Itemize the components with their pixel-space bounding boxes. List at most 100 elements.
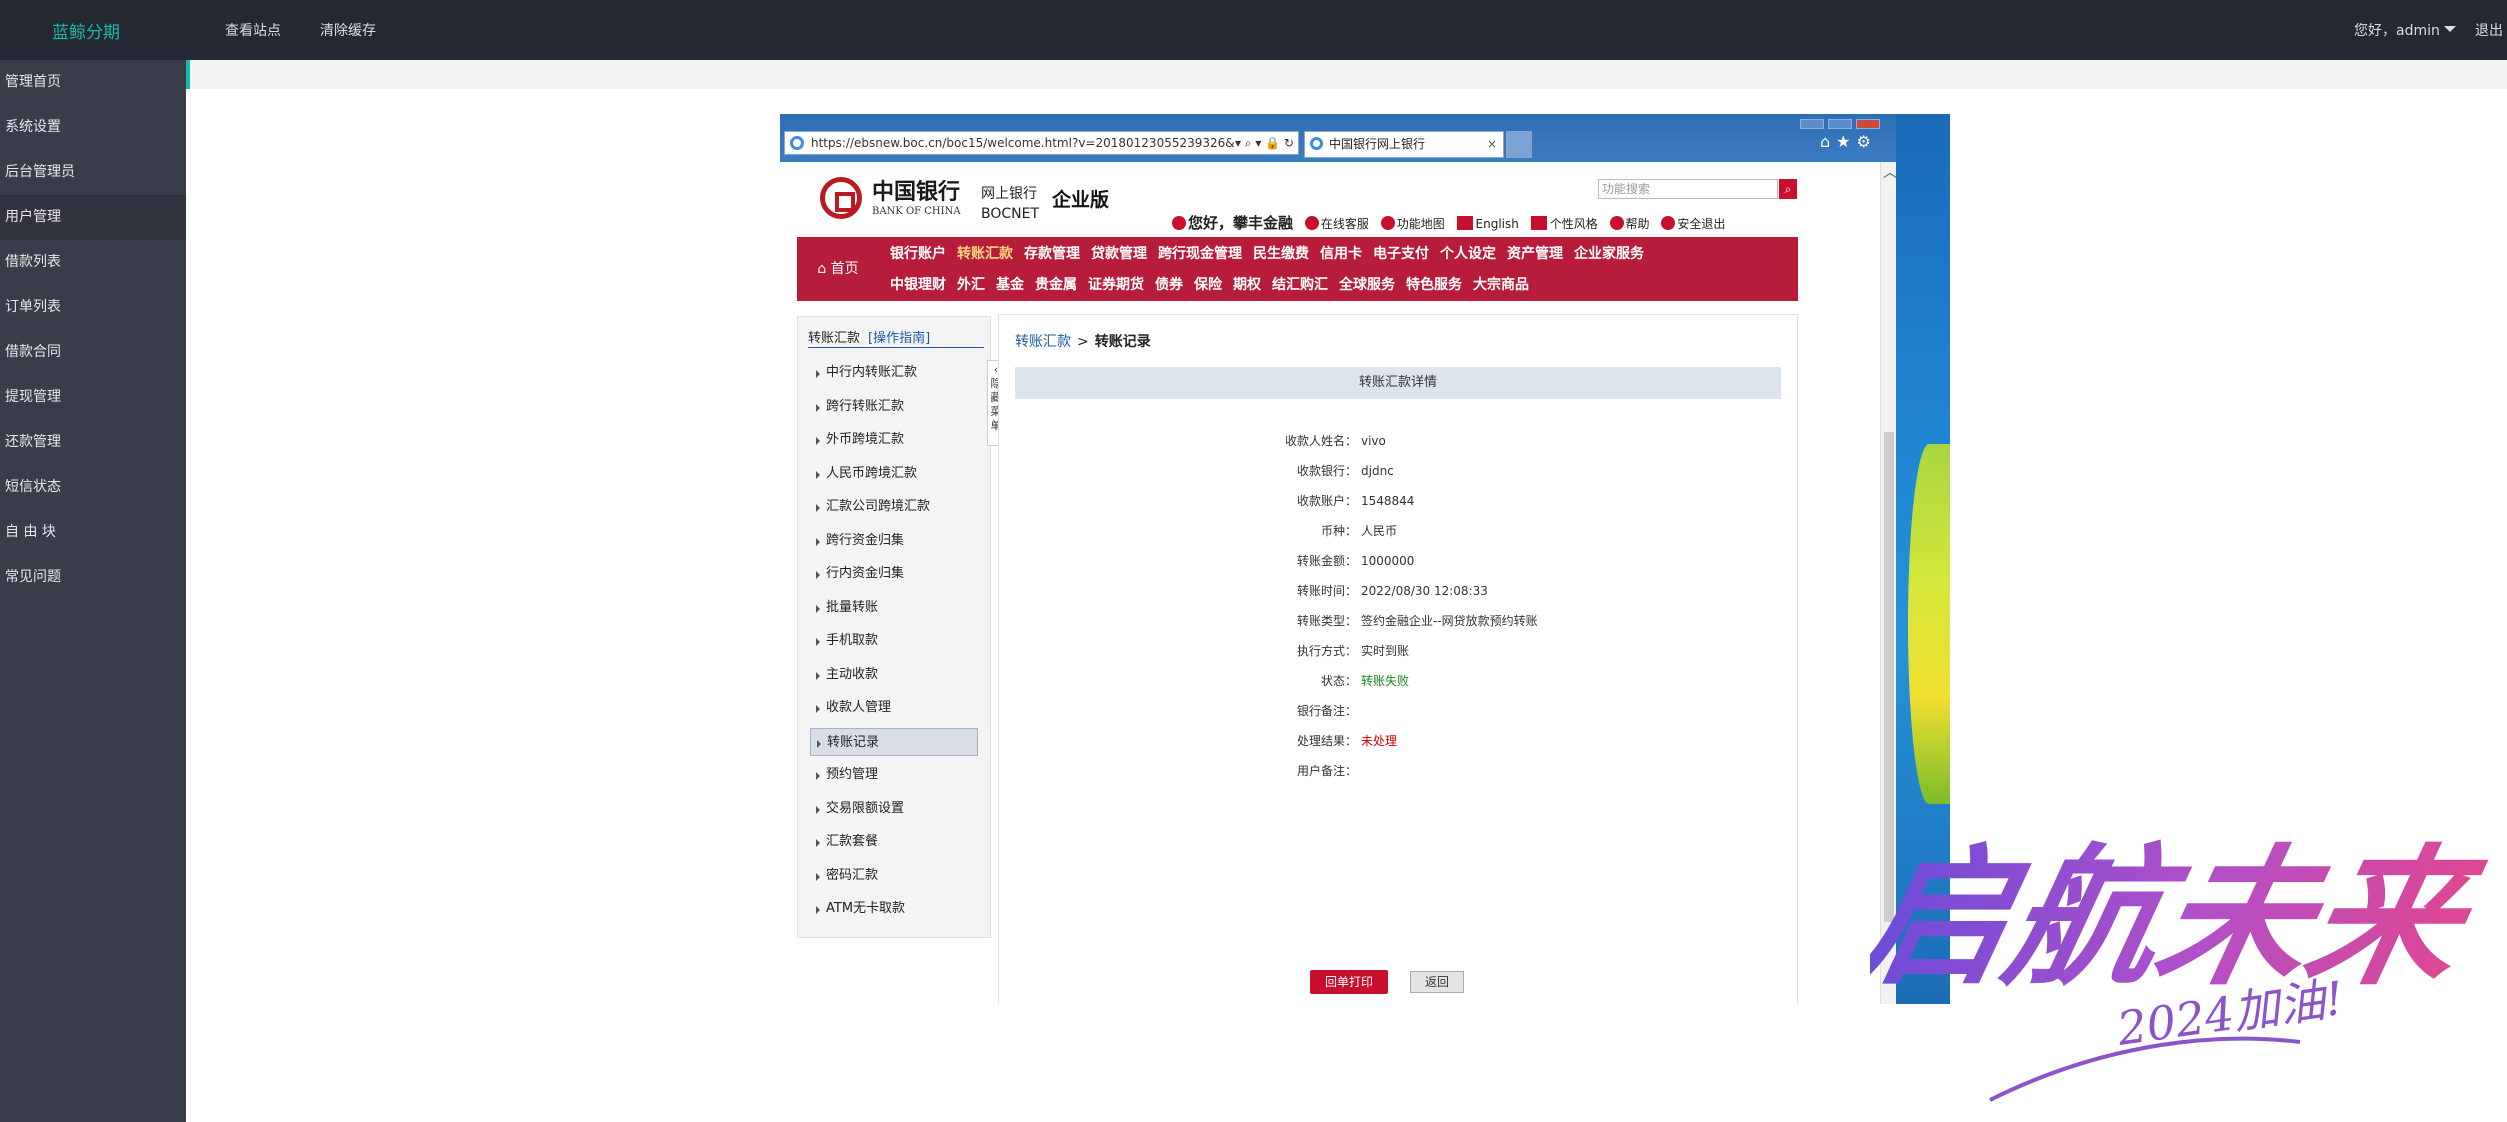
detail-title: 转账汇款详情 (1015, 367, 1781, 399)
nav-item[interactable]: 民生缴费 (1253, 240, 1309, 268)
address-tools[interactable]: ▾ ⌕ ▾ 🔒 ↻ (1235, 132, 1294, 154)
back-button[interactable]: 返回 (1410, 971, 1464, 993)
gear-icon[interactable]: ⚙ (1857, 132, 1877, 151)
help-link[interactable]: 帮助 (1609, 215, 1650, 232)
menu-item[interactable]: 手机取款 (810, 627, 978, 655)
menu-item[interactable]: 交易限额设置 (810, 795, 978, 823)
sidebar-item-admins[interactable]: 后台管理员 (0, 150, 186, 195)
nav-item[interactable]: 电子支付 (1373, 240, 1429, 268)
home-icon[interactable]: ⌂ (1820, 132, 1836, 151)
browser-toolbar-icons: ⌂★⚙ (1820, 132, 1877, 151)
nav-item[interactable]: 债券 (1155, 271, 1183, 299)
nav-row-2: 中银理财 外汇 基金 贵金属 证券期货 债券 保险 期权 结汇购汇 全球服务 特色服务 大宗商品 (890, 271, 1540, 299)
nav-item-transfer[interactable]: 转账汇款 (957, 240, 1013, 268)
nav-item[interactable]: 基金 (996, 271, 1024, 299)
menu-item[interactable]: 跨行转账汇款 (810, 393, 978, 421)
bocnet-cn: 网上银行 (981, 186, 1037, 202)
nav-item[interactable]: 全球服务 (1339, 271, 1395, 299)
english-link[interactable]: English (1456, 216, 1519, 231)
function-search-input[interactable]: 功能搜索 (1598, 179, 1778, 199)
nav-item[interactable]: 存款管理 (1024, 240, 1080, 268)
sidebar-item-contracts[interactable]: 借款合同 (0, 330, 186, 375)
clear-cache-link[interactable]: 清除缓存 (320, 20, 376, 40)
menu-item[interactable]: 密码汇款 (810, 862, 978, 890)
nav-item[interactable]: 信用卡 (1320, 240, 1362, 268)
sidebar-item-system-settings[interactable]: 系统设置 (0, 105, 186, 150)
menu-item[interactable]: 收款人管理 (810, 694, 978, 722)
breadcrumb-current: 转账记录 (1094, 334, 1151, 350)
headset-icon (1304, 216, 1319, 230)
nav-item[interactable]: 中银理财 (890, 271, 946, 299)
nav-item[interactable]: 保险 (1194, 271, 1222, 299)
nav-item[interactable]: 外汇 (957, 271, 985, 299)
address-bar[interactable]: https://ebsnew.boc.cn/boc15/welcome.html… (784, 131, 1299, 155)
sidebar-item-faq[interactable]: 常见问题 (0, 555, 186, 600)
menu-item[interactable]: 跨行资金归集 (810, 527, 978, 555)
menu-item-transfer-records[interactable]: 转账记录 (810, 728, 978, 756)
nav-item[interactable]: 银行账户 (890, 240, 946, 268)
nav-item[interactable]: 结汇购汇 (1272, 271, 1328, 299)
watermark-title: 启航未来 (1870, 830, 2490, 1006)
nav-home[interactable]: ⌂ 首页 (797, 237, 879, 301)
menu-item[interactable]: 汇款套餐 (810, 828, 978, 856)
menu-item[interactable]: ATM无卡取款 (810, 895, 978, 923)
menu-item[interactable]: 批量转账 (810, 594, 978, 622)
nav-item[interactable]: 资产管理 (1507, 240, 1563, 268)
breadcrumb-link[interactable]: 转账汇款 (1015, 334, 1071, 350)
safe-logout-link[interactable]: 安全退出 (1661, 215, 1725, 232)
new-tab-button[interactable] (1506, 131, 1532, 158)
nav-item[interactable]: 大宗商品 (1473, 271, 1529, 299)
result-value: 未处理 (1361, 734, 1398, 748)
tab-close-icon[interactable]: × (1487, 132, 1497, 157)
guide-link[interactable]: [操作指南] (868, 331, 930, 346)
bocnet-label: 网上银行 BOCNET (981, 184, 1039, 224)
nav-item[interactable]: 贷款管理 (1091, 240, 1147, 268)
english-icon (1456, 216, 1473, 230)
nav-item[interactable]: 企业家服务 (1574, 240, 1644, 268)
user-greeting: 您好，攀丰金融 (1172, 212, 1293, 233)
sidebar-item-loans[interactable]: 借款列表 (0, 240, 186, 285)
nav-item[interactable]: 证券期货 (1088, 271, 1144, 299)
menu-item[interactable]: 中行内转账汇款 (810, 359, 978, 387)
boc-logo-icon (820, 177, 862, 219)
maximize-icon[interactable] (1828, 119, 1852, 129)
menu-item[interactable]: 主动收款 (810, 661, 978, 689)
nav-item[interactable]: 特色服务 (1406, 271, 1462, 299)
logout-link[interactable]: 退出 (2475, 20, 2503, 40)
scroll-up-icon[interactable]: ︿ (1883, 162, 1897, 182)
user-menu[interactable]: 您好，admin (2354, 20, 2456, 40)
sidebar-item-repayments[interactable]: 还款管理 (0, 420, 186, 465)
menu-item[interactable]: 行内资金归集 (810, 560, 978, 588)
address-url: https://ebsnew.boc.cn/boc15/welcome.html… (811, 136, 1235, 150)
nav-item[interactable]: 跨行现金管理 (1158, 240, 1242, 268)
menu-item[interactable]: 人民币跨境汇款 (810, 460, 978, 488)
nav-item[interactable]: 期权 (1233, 271, 1261, 299)
browser-tab[interactable]: 中国银行网上银行 × (1304, 131, 1504, 158)
function-map-link[interactable]: 功能地图 (1380, 215, 1445, 232)
close-icon[interactable] (1856, 119, 1880, 129)
sidebar-item-withdrawals[interactable]: 提现管理 (0, 375, 186, 420)
nav-item[interactable]: 贵金属 (1035, 271, 1077, 299)
sidebar-item-home[interactable]: 管理首页 (0, 60, 186, 105)
ie-icon (1310, 137, 1323, 150)
menu-item[interactable]: 预约管理 (810, 761, 978, 789)
sidebar-item-free-block[interactable]: 自 由 块 (0, 510, 186, 555)
sidebar-item-orders[interactable]: 订单列表 (0, 285, 186, 330)
user-greeting: 您好，admin (2354, 23, 2440, 39)
style-link[interactable]: 个性风格 (1530, 215, 1598, 232)
online-service-link[interactable]: 在线客服 (1304, 215, 1369, 232)
sidebar-item-users[interactable]: 用户管理 (0, 195, 186, 240)
minimize-icon[interactable] (1800, 119, 1824, 129)
brand-logo[interactable]: 蓝鲸分期 (52, 18, 120, 43)
sidebar-item-sms-status[interactable]: 短信状态 (0, 465, 186, 510)
menu-item[interactable]: 汇款公司跨境汇款 (810, 493, 978, 521)
favorites-icon[interactable]: ★ (1836, 132, 1856, 151)
lock-icon (1661, 216, 1676, 230)
search-icon[interactable]: ⌕ (1779, 179, 1797, 199)
menu-item[interactable]: 外币跨境汇款 (810, 426, 978, 454)
print-receipt-button[interactable]: 回单打印 (1310, 970, 1388, 994)
nav-item[interactable]: 个人设定 (1440, 240, 1496, 268)
desktop-wallpaper-shape (1908, 444, 1950, 804)
style-icon (1530, 216, 1547, 230)
view-site-link[interactable]: 查看站点 (225, 20, 281, 40)
